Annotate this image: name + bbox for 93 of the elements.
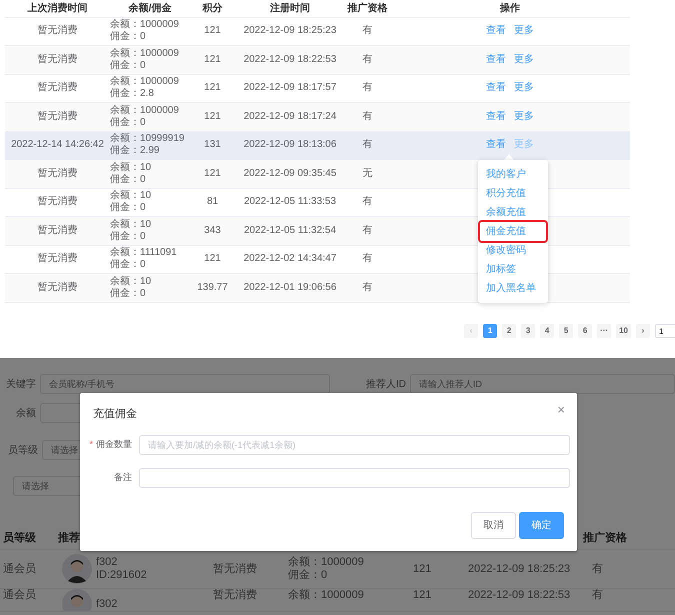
commission-text: 佣金：0 xyxy=(110,202,147,214)
balance-text: 余额：10 xyxy=(110,218,152,231)
table-cell: 暂无消费 xyxy=(213,562,257,574)
column-header: 上次消费时间 xyxy=(28,2,88,14)
table-cell: 有 xyxy=(362,110,372,122)
commission-text: 佣金：2.99 xyxy=(110,145,160,158)
table-cell: 暂无消费 xyxy=(38,54,78,65)
table-cell: 2022-12-09 18:22:53 xyxy=(244,54,336,65)
column-header: 余额/佣金 xyxy=(128,2,172,14)
table-cell: 暂无消费 xyxy=(38,224,78,236)
column-header: 推广资格 xyxy=(348,2,388,14)
filter-label: 推荐人ID xyxy=(365,378,407,392)
table-cell: 有 xyxy=(592,562,603,574)
table-cell: 139.77 xyxy=(197,282,228,293)
member-name: f302 xyxy=(96,598,118,610)
table-cell: 2022-12-09 18:25:23 xyxy=(468,562,570,574)
table-cell: 有 xyxy=(362,282,372,293)
table-cell: 有 xyxy=(362,82,372,94)
commission-text: 佣金：0 xyxy=(110,31,147,44)
balance-text: 余额：1000009 xyxy=(288,556,365,569)
table-cell: 暂无消费 xyxy=(38,82,78,94)
table-cell: 121 xyxy=(204,168,221,179)
table-cell: 有 xyxy=(362,25,372,36)
table-cell: 暂无消费 xyxy=(38,110,78,122)
table-cell: 有 xyxy=(362,253,372,264)
filter-label: 余额 xyxy=(15,406,37,420)
table-cell: 2022-12-09 18:17:24 xyxy=(244,110,336,122)
table-cell: 暂无消费 xyxy=(38,196,78,208)
member-id: ID:291602 xyxy=(96,569,147,582)
balance-text: 余额：1000009 xyxy=(110,76,180,88)
table-cell: 暂无消费 xyxy=(38,253,78,264)
commission-text: 佣金：0 xyxy=(110,116,147,129)
table-cell: 2022-12-02 14:34:47 xyxy=(244,253,336,264)
required-mark: * xyxy=(89,439,93,450)
table-cell: 121 xyxy=(413,562,432,574)
table-cell: 有 xyxy=(592,589,603,601)
table-cell: 2022-12-09 18:22:53 xyxy=(468,589,570,601)
table-cell: 2022-12-01 19:06:56 xyxy=(244,282,336,293)
balance-text: 余额：10999919 xyxy=(110,133,186,145)
table-cell: 2022-12-05 11:32:54 xyxy=(244,224,336,236)
table-cell: 2022-12-09 18:13:06 xyxy=(244,139,336,150)
table-cell: 121 xyxy=(413,589,432,601)
balance-text: 余额：1111091 xyxy=(110,247,178,259)
table-cell: 通会员 xyxy=(3,589,36,601)
balance-text: 余额：1000009 xyxy=(110,19,180,31)
column-header: 推广资格 xyxy=(583,532,627,544)
commission-text: 佣金：0 xyxy=(110,230,147,243)
table-cell: 有 xyxy=(362,54,372,65)
table-cell: 暂无消费 xyxy=(38,282,78,293)
commission-text: 佣金：0 xyxy=(110,288,147,300)
field-label: 佣金数量 xyxy=(96,439,132,450)
column-header: 操作 xyxy=(500,2,520,14)
table-cell: 2022-12-09 18:25:23 xyxy=(244,25,336,36)
table-cell: 2022-12-05 11:33:53 xyxy=(244,196,336,208)
table-cell: 121 xyxy=(204,253,221,264)
table-cell: 暂无消费 xyxy=(213,589,257,601)
table-cell: 343 xyxy=(204,224,221,236)
table-cell: 有 xyxy=(362,139,372,150)
balance-text: 余额：1000009 xyxy=(110,104,180,117)
table-cell: 81 xyxy=(206,196,218,208)
table-cell: 通会员 xyxy=(3,562,36,574)
column-header: 推荐 xyxy=(58,532,80,544)
balance-text: 余额：1000009 xyxy=(288,589,365,602)
balance-text: 余额：1000009 xyxy=(110,48,180,60)
commission-text: 佣金：0 xyxy=(288,569,328,582)
table-cell: 131 xyxy=(204,139,221,150)
commission-text: 佣金：0 xyxy=(110,174,147,186)
balance-text: 余额：10 xyxy=(110,276,152,288)
table-cell: 有 xyxy=(362,224,372,236)
table-cell: 121 xyxy=(204,82,221,94)
column-header: 注册时间 xyxy=(270,2,310,14)
balance-text: 余额：10 xyxy=(110,190,152,202)
table-cell: 暂无消费 xyxy=(38,25,78,36)
table-cell: 2022-12-14 14:26:42 xyxy=(11,139,104,150)
filter-label: 关键字 xyxy=(5,378,37,392)
table-cell: 121 xyxy=(204,110,221,122)
table-cell: 有 xyxy=(362,196,372,208)
commission-text: 佣金：2.8 xyxy=(110,88,155,100)
commission-text: 佣金：0 xyxy=(110,60,147,72)
table-cell: 2022-12-09 09:35:45 xyxy=(244,168,336,179)
dialog-title: 充值佣金 xyxy=(93,407,137,422)
balance-text: 余额：10 xyxy=(110,162,152,174)
table-cell: 2022-12-09 18:17:57 xyxy=(244,82,336,94)
table-cell: 121 xyxy=(204,25,221,36)
column-header: 员等级 xyxy=(3,532,36,544)
field-label: 备注 xyxy=(114,472,132,482)
column-header: 积分 xyxy=(202,2,222,14)
filter-label: 员等级 xyxy=(7,444,39,458)
table-cell: 121 xyxy=(204,54,221,65)
member-name: f302 xyxy=(96,556,118,569)
table-cell: 暂无消费 xyxy=(38,168,78,179)
commission-text: 佣金：0 xyxy=(110,259,147,272)
table-cell: 无 xyxy=(362,168,372,179)
